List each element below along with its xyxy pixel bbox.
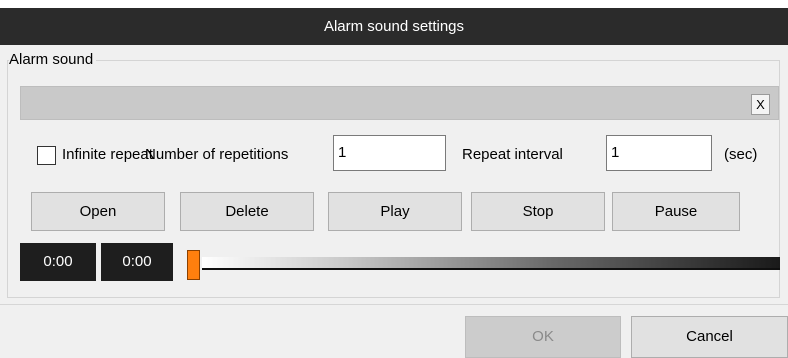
alarm-sound-group-label: Alarm sound [9, 51, 97, 68]
play-button[interactable]: Play [328, 192, 462, 231]
repeat-interval-label: Repeat interval [462, 146, 563, 163]
window-title: Alarm sound settings [0, 8, 788, 45]
interval-unit-label: (sec) [724, 146, 758, 163]
repetitions-input[interactable]: 1 [333, 135, 446, 171]
top-strip [0, 0, 788, 8]
infinite-repeat-checkbox[interactable] [37, 146, 56, 165]
slider-track-edge [202, 268, 780, 270]
open-button[interactable]: Open [31, 192, 165, 231]
repeat-interval-input[interactable]: 1 [606, 135, 712, 171]
total-time-display: 0:00 [101, 243, 173, 281]
pause-button[interactable]: Pause [612, 192, 740, 231]
stop-button[interactable]: Stop [471, 192, 605, 231]
infinite-repeat-label[interactable]: Infinite repeat [62, 146, 153, 163]
current-time-display: 0:00 [20, 243, 96, 281]
ok-button[interactable]: OK [465, 316, 621, 358]
sound-file-field: X [20, 86, 779, 120]
cancel-button[interactable]: Cancel [631, 316, 788, 358]
clear-file-button[interactable]: X [751, 94, 770, 115]
delete-button[interactable]: Delete [180, 192, 314, 231]
playback-slider-handle[interactable] [187, 250, 200, 280]
footer-divider [0, 304, 788, 305]
repetitions-label: Number of repetitions [145, 146, 289, 163]
